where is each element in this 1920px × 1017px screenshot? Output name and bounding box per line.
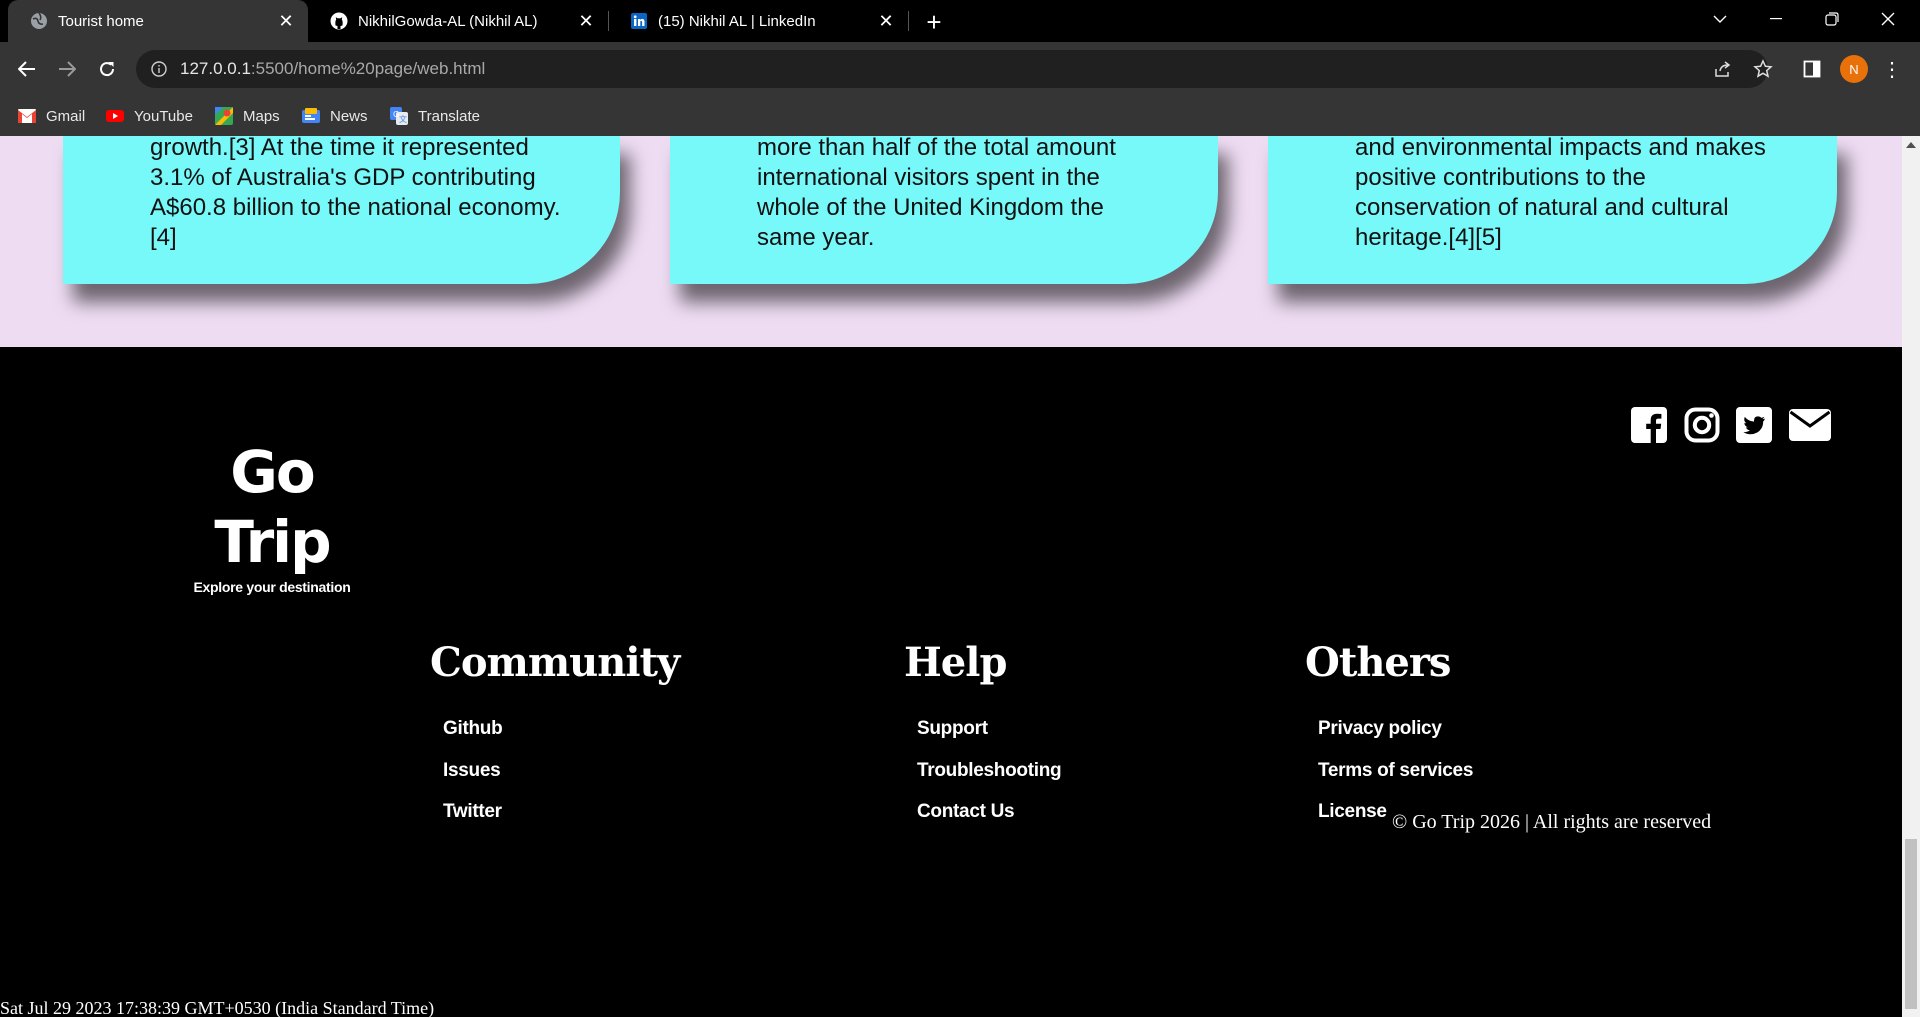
- card-text: and environmental impacts and makes posi…: [1355, 136, 1766, 253]
- card-text: more than half of the total amount inter…: [757, 136, 1116, 253]
- tab-github[interactable]: NikhilGowda-AL (Nikhil AL) ✕: [308, 0, 608, 42]
- restore-icon[interactable]: [1804, 0, 1860, 38]
- info-icon[interactable]: [150, 60, 168, 78]
- youtube-icon: [106, 109, 124, 123]
- column-title: Help: [904, 639, 1007, 686]
- linkedin-icon: [630, 12, 648, 30]
- profile-avatar[interactable]: N: [1840, 55, 1868, 83]
- bookmark-gmail[interactable]: Gmail: [18, 104, 85, 128]
- footer-link-troubleshooting[interactable]: Troubleshooting: [917, 750, 1062, 792]
- card-line: A$60.8 billion to the national economy.: [150, 194, 561, 221]
- translate-icon: G文: [390, 107, 408, 125]
- bookmark-star-icon[interactable]: [1750, 56, 1776, 82]
- reload-icon[interactable]: [90, 52, 124, 86]
- tab-title: (15) Nikhil AL | LinkedIn: [658, 12, 816, 30]
- tab-title: NikhilGowda-AL (Nikhil AL): [358, 12, 538, 30]
- back-arrow-icon[interactable]: [10, 52, 44, 86]
- address-bar[interactable]: 127.0.0.1:5500/home%20page/web.html: [136, 50, 1768, 88]
- footer-link-contact-us[interactable]: Contact Us: [917, 791, 1061, 833]
- close-window-icon[interactable]: [1860, 0, 1916, 38]
- tab-divider: [908, 11, 909, 31]
- scroll-up-arrow-icon[interactable]: [1906, 142, 1916, 148]
- footer-link-github[interactable]: Github: [443, 708, 679, 750]
- info-card: more than half of the total amount inter…: [670, 136, 1218, 284]
- minimize-icon[interactable]: [1748, 0, 1804, 38]
- page-scrollbar[interactable]: [1902, 136, 1920, 1017]
- github-icon: [330, 12, 348, 30]
- tab-strip: Tourist home ✕ NikhilGowda-AL (Nikhil AL…: [0, 0, 1920, 42]
- card-line: [4]: [150, 224, 177, 251]
- twitter-icon[interactable]: [1734, 405, 1774, 445]
- browser-toolbar: 127.0.0.1:5500/home%20page/web.html N ⋮: [0, 42, 1920, 96]
- card-line: whole of the United Kingdom the: [757, 194, 1104, 221]
- gmail-icon: [18, 109, 36, 123]
- site-footer: Go Trip Explore your destination Communi…: [0, 347, 1902, 1017]
- bookmarks-bar: Gmail YouTube Maps News G文 Translate: [0, 96, 1920, 136]
- bookmark-label: Gmail: [46, 107, 86, 125]
- url-path: :5500/home%20page/web.html: [250, 59, 486, 78]
- scrollbar-thumb[interactable]: [1905, 839, 1917, 1009]
- footer-column-others: Others Privacy policy Terms of services …: [1305, 639, 1473, 833]
- page-viewport: growth.[3] At the time it represented 3.…: [0, 136, 1902, 1017]
- link-list: Github Issues Twitter: [443, 708, 679, 833]
- instagram-icon[interactable]: [1682, 405, 1722, 445]
- card-text: growth.[3] At the time it represented 3.…: [150, 136, 561, 253]
- card-line: international visitors spent in the: [757, 164, 1100, 191]
- facebook-icon[interactable]: [1629, 405, 1669, 445]
- bookmark-label: YouTube: [134, 107, 193, 125]
- close-icon[interactable]: ✕: [272, 7, 300, 35]
- column-title: Community: [430, 639, 680, 686]
- news-icon: [302, 108, 320, 123]
- tab-tourist-home[interactable]: Tourist home ✕: [8, 0, 308, 42]
- copyright-text: © Go Trip 2026 | All rights are reserved: [1392, 811, 1712, 833]
- menu-kebab-icon[interactable]: ⋮: [1880, 55, 1904, 83]
- forward-arrow-icon[interactable]: [50, 52, 84, 86]
- brand-logo[interactable]: Go Trip: [166, 437, 378, 577]
- footer-column-help: Help Support Troubleshooting Contact Us: [904, 639, 1062, 833]
- bookmark-translate[interactable]: G文 Translate: [390, 104, 480, 128]
- bookmark-youtube[interactable]: YouTube: [106, 104, 193, 128]
- card-line: 3.1% of Australia's GDP contributing: [150, 164, 536, 191]
- share-icon[interactable]: [1710, 56, 1736, 82]
- card-line: more than half of the total amount: [757, 136, 1116, 161]
- tab-title: Tourist home: [58, 12, 144, 30]
- footer-link-issues[interactable]: Issues: [443, 750, 679, 792]
- link-list: Support Troubleshooting Contact Us: [917, 708, 1062, 833]
- card-line: same year.: [757, 224, 875, 251]
- card-line: positive contributions to the: [1355, 164, 1646, 191]
- info-cards-section: growth.[3] At the time it represented 3.…: [0, 136, 1902, 347]
- brand-tagline: Explore your destination: [193, 579, 351, 595]
- footer-link-privacy-policy[interactable]: Privacy policy: [1318, 708, 1473, 750]
- date-stamp: Sat Jul 29 2023 17:38:39 GMT+0530 (India…: [0, 998, 435, 1017]
- tab-linkedin[interactable]: (15) Nikhil AL | LinkedIn ✕: [608, 0, 908, 42]
- bookmark-label: News: [330, 107, 368, 125]
- card-line: growth.[3] At the time it represented: [150, 136, 529, 161]
- info-card: growth.[3] At the time it represented 3.…: [63, 136, 620, 284]
- bookmark-label: Translate: [418, 107, 480, 125]
- footer-link-support[interactable]: Support: [917, 708, 1061, 750]
- footer-link-terms-of-services[interactable]: Terms of services: [1318, 750, 1473, 792]
- side-panel-icon[interactable]: [1799, 56, 1825, 82]
- card-line: and environmental impacts and makes: [1355, 136, 1766, 161]
- card-line: heritage.[4][5]: [1355, 224, 1502, 251]
- close-icon[interactable]: ✕: [872, 7, 900, 35]
- footer-column-community: Community Github Issues Twitter: [430, 639, 680, 833]
- card-line: conservation of natural and cultural: [1355, 194, 1729, 221]
- url-text: 127.0.0.1:5500/home%20page/web.html: [180, 59, 485, 79]
- new-tab-button[interactable]: +: [918, 6, 950, 38]
- close-icon[interactable]: ✕: [572, 7, 600, 35]
- tab-search-chevron-down-icon[interactable]: [1692, 0, 1748, 38]
- svg-text:文: 文: [399, 114, 407, 124]
- globe-icon: [30, 12, 48, 30]
- url-host: 127.0.0.1: [180, 59, 251, 78]
- envelope-icon[interactable]: [1788, 405, 1832, 445]
- maps-icon: [215, 107, 233, 125]
- column-title: Others: [1305, 639, 1451, 686]
- bookmark-label: Maps: [243, 107, 280, 125]
- footer-brand: Go Trip Explore your destination: [166, 437, 378, 595]
- bookmark-maps[interactable]: Maps: [215, 104, 280, 128]
- bookmark-news[interactable]: News: [302, 104, 368, 128]
- info-card: and environmental impacts and makes posi…: [1268, 136, 1837, 284]
- footer-link-twitter[interactable]: Twitter: [443, 791, 679, 833]
